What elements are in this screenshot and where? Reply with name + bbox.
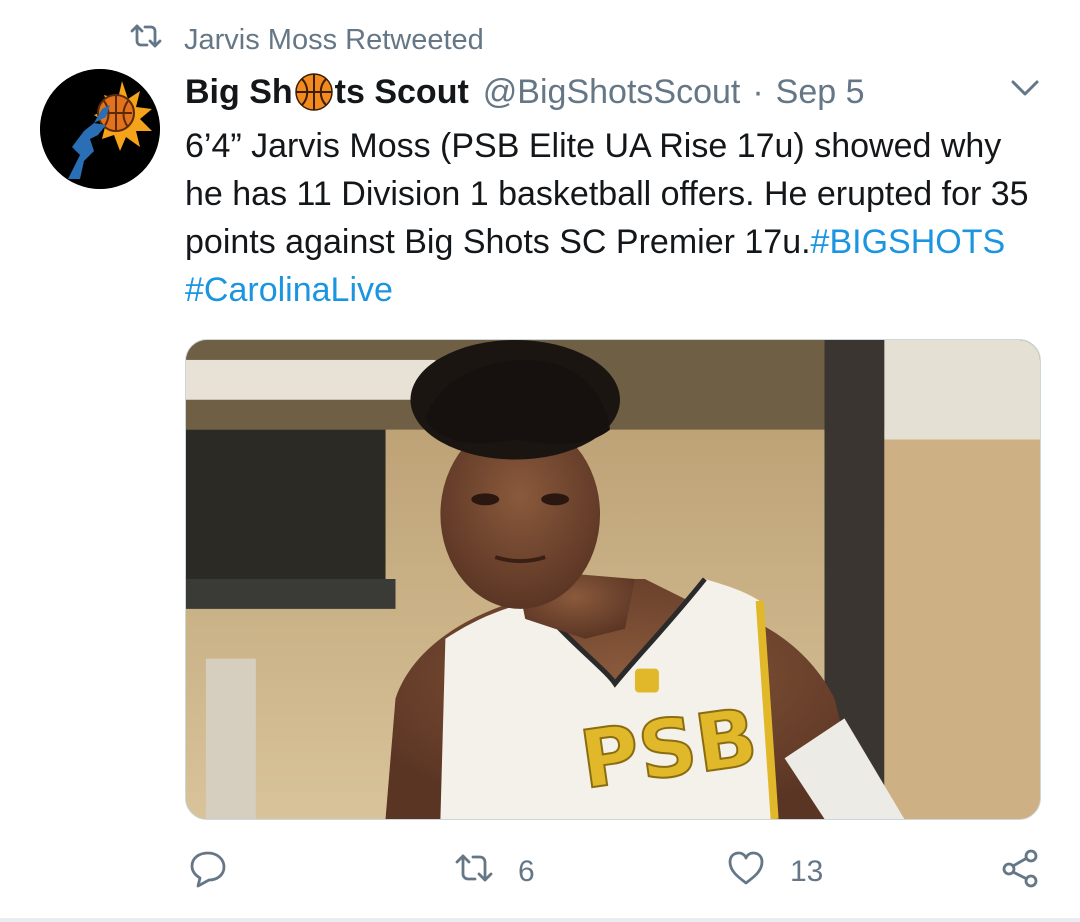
author-name[interactable]: Big Sh ts Scout xyxy=(185,72,469,112)
bottom-divider xyxy=(0,918,1080,922)
reply-button[interactable] xyxy=(188,848,228,896)
avatar[interactable] xyxy=(40,69,160,189)
retweet-icon xyxy=(454,848,494,896)
reply-icon xyxy=(188,848,228,896)
tweet-text: 6’4” Jarvis Moss (PSB Elite UA Rise 17u)… xyxy=(185,122,1045,314)
retweet-button[interactable]: 6 xyxy=(454,848,535,896)
author-name-part-2: ts Scout xyxy=(334,72,469,111)
chevron-down-icon[interactable] xyxy=(1008,74,1042,102)
tweet-header: Big Sh ts Scout @BigShotsScout · Sep 5 xyxy=(185,70,865,114)
like-count: 13 xyxy=(790,855,824,888)
heart-icon xyxy=(726,848,766,896)
author-name-part-1: Big Sh xyxy=(185,72,293,111)
hashtag-bigshots[interactable]: #BIGSHOTS xyxy=(811,223,1006,261)
retweeted-by-text: Jarvis Moss Retweeted xyxy=(184,23,484,56)
retweet-icon xyxy=(130,23,162,57)
share-button[interactable] xyxy=(1000,848,1040,896)
basketball-emoji-icon xyxy=(294,72,334,112)
like-button[interactable]: 13 xyxy=(726,848,823,896)
tweet-timestamp[interactable]: Sep 5 xyxy=(776,73,865,112)
separator-dot: · xyxy=(752,72,764,111)
tweet-media-image[interactable]: PSB xyxy=(185,339,1041,820)
tweet-actions-bar: 6 13 xyxy=(0,848,1080,898)
retweet-count: 6 xyxy=(518,855,535,888)
retweet-context[interactable]: Jarvis Moss Retweeted xyxy=(130,20,484,60)
author-handle[interactable]: @BigShotsScout xyxy=(483,73,741,112)
share-icon xyxy=(1000,848,1040,896)
hashtag-carolinalive[interactable]: #CarolinaLive xyxy=(185,271,393,309)
